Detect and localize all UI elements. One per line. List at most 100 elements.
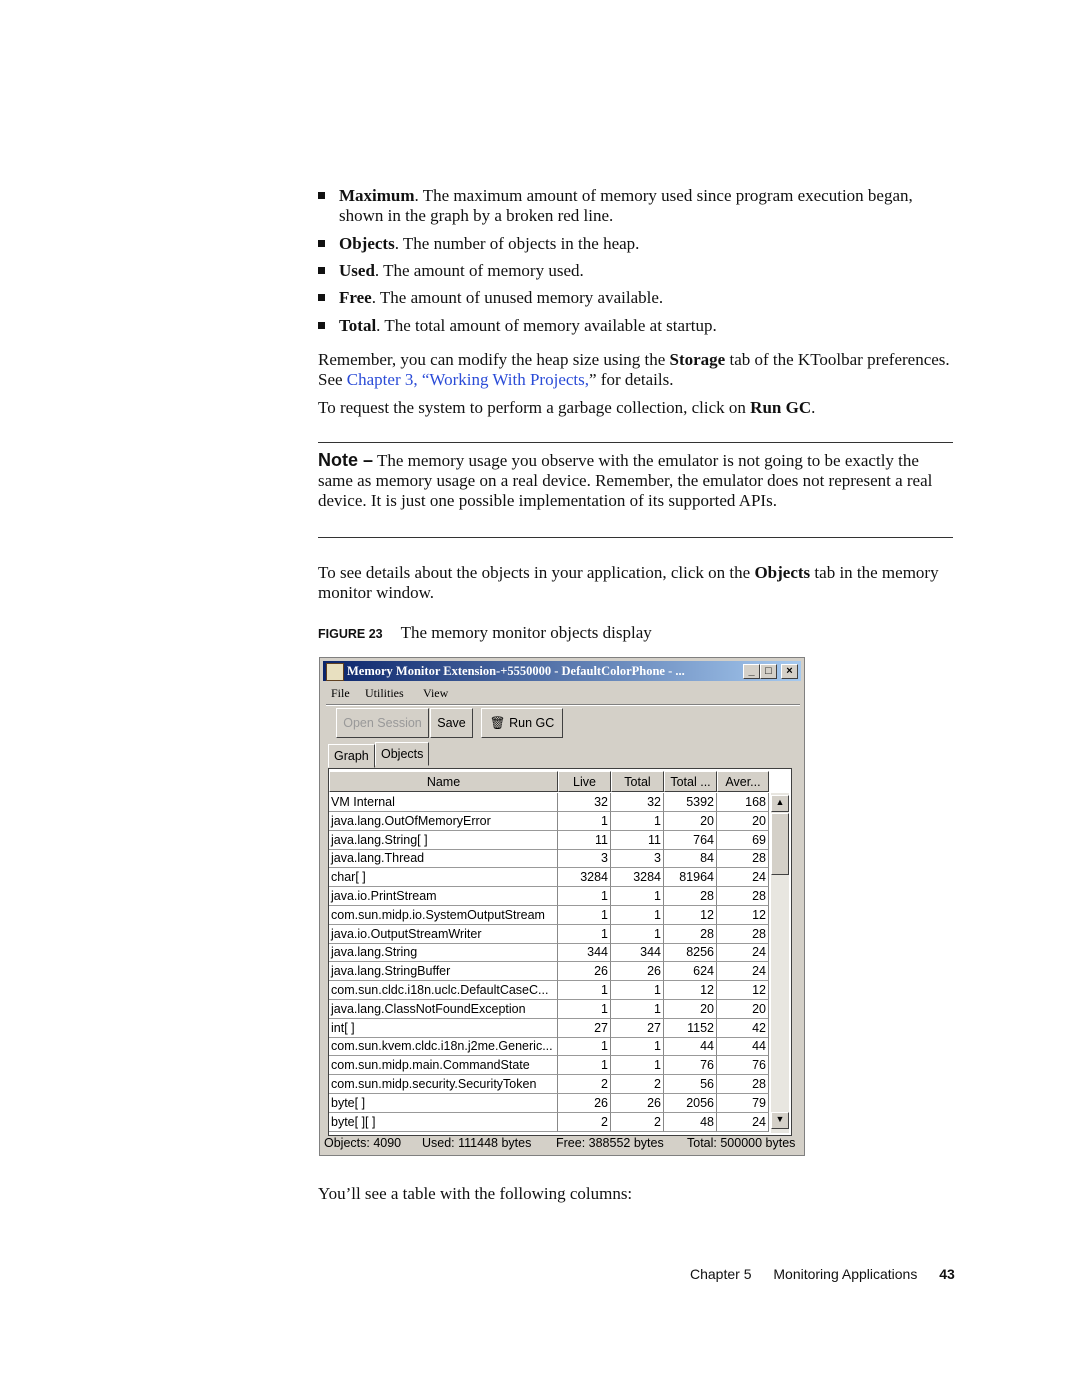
table-cell-number: 81964 bbox=[664, 868, 717, 888]
column-header[interactable]: Total ... bbox=[664, 771, 717, 792]
tab-objects[interactable]: Objects bbox=[375, 742, 430, 766]
table-cell-number: 76 bbox=[717, 1056, 769, 1076]
scroll-up-button[interactable]: ▲ bbox=[771, 795, 789, 812]
table-cell-number: 2 bbox=[558, 1075, 611, 1094]
memory-monitor-window: Memory Monitor Extension-+5550000 - Defa… bbox=[319, 657, 805, 1156]
menu-view[interactable]: View bbox=[423, 686, 448, 701]
table-cell-number: 32 bbox=[558, 793, 611, 812]
table-cell-number: 1 bbox=[558, 1056, 611, 1076]
table-cell-name: java.lang.String[ ] bbox=[329, 830, 558, 850]
bullet-item: Objects. The number of objects in the he… bbox=[318, 234, 958, 254]
table-cell-number: 28 bbox=[717, 887, 769, 906]
run-gc-button[interactable]: 🗑 Run GC bbox=[481, 708, 563, 738]
menu-utilities[interactable]: Utilities bbox=[365, 686, 404, 701]
table-cell-number: 24 bbox=[717, 962, 769, 982]
table-cell-number: 344 bbox=[558, 943, 611, 963]
table-cell-number: 24 bbox=[717, 868, 769, 888]
maximize-button[interactable]: □ bbox=[760, 664, 777, 679]
table-cell-name: byte[ ] bbox=[329, 1093, 558, 1113]
table-cell-number: 344 bbox=[611, 943, 664, 963]
app-icon bbox=[326, 663, 344, 681]
table-cell-number: 20 bbox=[664, 999, 717, 1019]
table-cell-number: 28 bbox=[717, 1075, 769, 1094]
bullet-icon bbox=[318, 192, 325, 199]
table-cell-name: byte[ ][ ] bbox=[329, 1112, 558, 1132]
column-header[interactable]: Aver... bbox=[717, 771, 769, 792]
scrollbar[interactable]: ▲ ▼ bbox=[771, 793, 789, 1133]
table-cell-number: 79 bbox=[717, 1093, 769, 1113]
footer: Chapter 5 Monitoring Applications 43 bbox=[690, 1266, 955, 1282]
table-cell-number: 84 bbox=[664, 849, 717, 869]
objects-table: Name Live Total Total ... Aver... VM Interna… bbox=[328, 768, 792, 1136]
table-cell-number: 3 bbox=[558, 849, 611, 869]
table-cell-number: 1 bbox=[611, 887, 664, 906]
table-cell-number: 26 bbox=[611, 962, 664, 982]
table-cell-number: 28 bbox=[664, 887, 717, 906]
minimize-button[interactable]: _ bbox=[743, 664, 760, 679]
table-cell-number: 12 bbox=[717, 981, 769, 1000]
table-cell-number: 1 bbox=[611, 1037, 664, 1057]
table-cell-name: java.lang.String bbox=[329, 943, 558, 963]
table-cell-number: 28 bbox=[717, 924, 769, 944]
table-cell-number: 27 bbox=[611, 1018, 664, 1038]
table-cell-number: 12 bbox=[664, 905, 717, 925]
table-cell-number: 5392 bbox=[664, 793, 717, 812]
table-cell-number: 1152 bbox=[664, 1018, 717, 1038]
table-cell-name: int[ ] bbox=[329, 1018, 558, 1038]
open-session-button[interactable]: Open Session bbox=[336, 708, 429, 738]
column-header[interactable]: Name bbox=[329, 771, 558, 792]
table-cell-number: 3 bbox=[611, 849, 664, 869]
table-cell-number: 11 bbox=[558, 830, 611, 850]
paragraph-columns: You’ll see a table with the following co… bbox=[318, 1184, 633, 1203]
table-cell-number: 1 bbox=[611, 1056, 664, 1076]
table-cell-number: 8256 bbox=[664, 943, 717, 963]
table-cell-number: 69 bbox=[717, 830, 769, 850]
table-cell-name: char[ ] bbox=[329, 868, 558, 888]
table-cell-number: 1 bbox=[558, 981, 611, 1000]
table-cell-number: 20 bbox=[664, 811, 717, 831]
table-cell-name: java.lang.OutOfMemoryError bbox=[329, 811, 558, 831]
table-cell-number: 2056 bbox=[664, 1093, 717, 1113]
table-cell-number: 1 bbox=[611, 981, 664, 1000]
table-cell-number: 26 bbox=[611, 1093, 664, 1113]
table-cell-name: com.sun.midp.main.CommandState bbox=[329, 1056, 558, 1076]
table-cell-number: 26 bbox=[558, 1093, 611, 1113]
scroll-down-button[interactable]: ▼ bbox=[771, 1112, 789, 1129]
status-objects: Objects: 4090 bbox=[324, 1136, 402, 1150]
table-cell-number: 1 bbox=[558, 924, 611, 944]
table-cell-number: 27 bbox=[558, 1018, 611, 1038]
table-cell-name: java.lang.ClassNotFoundException bbox=[329, 999, 558, 1019]
column-header[interactable]: Live bbox=[558, 771, 611, 792]
bullet-icon bbox=[318, 322, 325, 329]
table-cell-number: 1 bbox=[558, 887, 611, 906]
table-cell-number: 24 bbox=[717, 943, 769, 963]
divider bbox=[318, 442, 953, 443]
table-cell-number: 3284 bbox=[611, 868, 664, 888]
table-cell-number: 56 bbox=[664, 1075, 717, 1094]
footer-section: Monitoring Applications bbox=[773, 1266, 918, 1282]
table-cell-number: 168 bbox=[717, 793, 769, 812]
table-cell-number: 624 bbox=[664, 962, 717, 982]
table-cell-name: VM Internal bbox=[329, 793, 558, 812]
table-cell-name: java.io.OutputStreamWriter bbox=[329, 924, 558, 944]
column-header[interactable]: Total bbox=[611, 771, 664, 792]
bullet-icon bbox=[318, 240, 325, 247]
table-cell-number: 1 bbox=[611, 905, 664, 925]
chapter-3-link[interactable]: Chapter 3, “Working With Projects, bbox=[347, 370, 589, 389]
close-button[interactable]: × bbox=[781, 664, 798, 679]
tab-graph[interactable]: Graph bbox=[328, 744, 375, 768]
document-page: Maximum. The maximum amount of memory us… bbox=[0, 0, 1080, 1397]
table-cell-name: com.sun.midp.security.SecurityToken bbox=[329, 1075, 558, 1094]
menu-file[interactable]: File bbox=[331, 686, 350, 701]
save-button[interactable]: Save bbox=[430, 708, 473, 738]
bullet-icon bbox=[318, 294, 325, 301]
scroll-thumb[interactable] bbox=[771, 813, 789, 875]
paragraph-heap-size: Remember, you can modify the heap size u… bbox=[318, 350, 950, 389]
table-cell-name: com.sun.midp.io.SystemOutputStream bbox=[329, 905, 558, 925]
note: Note – The memory usage you observe with… bbox=[318, 450, 933, 510]
status-total: Total: 500000 bytes bbox=[687, 1136, 796, 1150]
window-title: Memory Monitor Extension-+5550000 - Defa… bbox=[347, 664, 685, 678]
table-cell-number: 2 bbox=[611, 1075, 664, 1094]
divider bbox=[318, 537, 953, 538]
footer-chapter: Chapter 5 bbox=[690, 1266, 752, 1282]
